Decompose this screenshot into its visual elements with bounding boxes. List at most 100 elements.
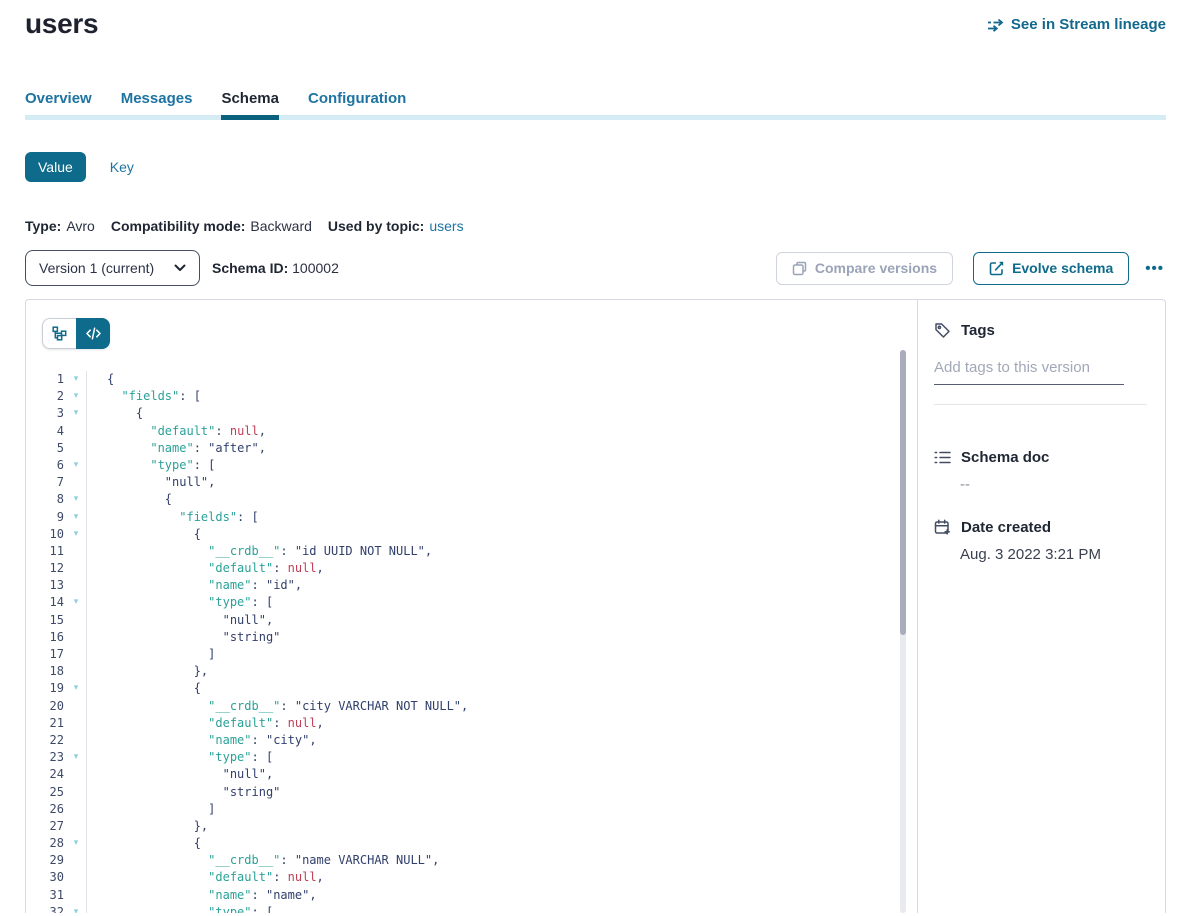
fold-spacer <box>66 474 87 491</box>
used-by-topic-label: Used by topic: <box>328 218 424 234</box>
fold-toggle-icon[interactable]: ▾ <box>66 457 87 474</box>
more-options-button[interactable]: ••• <box>1143 256 1166 281</box>
line-number: 5 <box>26 440 66 457</box>
line-number: 32 <box>26 904 66 913</box>
fold-toggle-icon[interactable]: ▾ <box>66 405 87 422</box>
fold-toggle-icon[interactable]: ▾ <box>66 388 87 405</box>
code-text: "string" <box>87 629 280 646</box>
version-bar: Version 1 (current) Schema ID: 100002 Co… <box>25 250 1166 286</box>
line-number: 29 <box>26 852 66 869</box>
code-line: 6▾ "type": [ <box>26 457 917 474</box>
code-line: 11 "__crdb__": "id UUID NOT NULL", <box>26 543 917 560</box>
list-icon <box>934 450 951 465</box>
code-text: "default": null, <box>87 715 324 732</box>
stream-lineage-link[interactable]: See in Stream lineage <box>987 16 1166 33</box>
line-number: 7 <box>26 474 66 491</box>
line-number: 27 <box>26 818 66 835</box>
line-number: 4 <box>26 423 66 440</box>
edit-icon <box>989 261 1004 276</box>
fold-spacer <box>66 887 87 904</box>
line-number: 31 <box>26 887 66 904</box>
line-number: 22 <box>26 732 66 749</box>
line-number: 23 <box>26 749 66 766</box>
fold-spacer <box>66 612 87 629</box>
stream-lineage-icon <box>987 18 1004 32</box>
code-text: }, <box>87 663 208 680</box>
compare-versions-button[interactable]: Compare versions <box>776 252 953 285</box>
line-number: 30 <box>26 869 66 886</box>
stream-lineage-label: See in Stream lineage <box>1011 16 1166 33</box>
code-view-button[interactable] <box>76 318 110 349</box>
schema-doc-heading: Schema doc <box>934 449 1147 466</box>
fold-spacer <box>66 543 87 560</box>
fold-spacer <box>66 440 87 457</box>
code-line: 30 "default": null, <box>26 869 917 886</box>
code-line: 29 "__crdb__": "name VARCHAR NULL", <box>26 852 917 869</box>
line-number: 25 <box>26 784 66 801</box>
schema-panel: 1▾{2▾ "fields": [3▾ {4 "default": null,5… <box>25 299 1166 913</box>
code-line: 10▾ { <box>26 526 917 543</box>
code-scrollbar-thumb[interactable] <box>900 350 906 635</box>
fold-toggle-icon[interactable]: ▾ <box>66 904 87 913</box>
schema-sidebar: Tags Schema doc -- <box>918 300 1165 913</box>
code-text: "type": [ <box>87 904 273 913</box>
type-label: Type: <box>25 218 61 234</box>
schema-meta-row: Type: Avro Compatibility mode: Backward … <box>25 218 1166 234</box>
editor-view-toggle <box>42 318 110 349</box>
code-text: ] <box>87 646 215 663</box>
fold-toggle-icon[interactable]: ▾ <box>66 526 87 543</box>
key-toggle-button[interactable]: Key <box>110 152 134 182</box>
code-line: 4 "default": null, <box>26 423 917 440</box>
fold-spacer <box>66 715 87 732</box>
fold-spacer <box>66 766 87 783</box>
code-text: "default": null, <box>87 423 266 440</box>
fold-toggle-icon[interactable]: ▾ <box>66 594 87 611</box>
fold-toggle-icon[interactable]: ▾ <box>66 680 87 697</box>
chevron-down-icon <box>174 264 186 272</box>
code-text: "type": [ <box>87 594 273 611</box>
line-number: 13 <box>26 577 66 594</box>
code-line: 18 }, <box>26 663 917 680</box>
add-tags-input[interactable] <box>934 359 1124 385</box>
code-text: { <box>87 526 201 543</box>
schema-id: Schema ID: 100002 <box>212 260 339 276</box>
code-text: "fields": [ <box>87 509 259 526</box>
fold-spacer <box>66 732 87 749</box>
version-select[interactable]: Version 1 (current) <box>25 250 200 286</box>
tree-view-button[interactable] <box>42 318 76 349</box>
tab-schema[interactable]: Schema <box>221 90 279 120</box>
code-line: 7 "null", <box>26 474 917 491</box>
line-number: 8 <box>26 491 66 508</box>
compare-versions-label: Compare versions <box>815 260 937 276</box>
line-number: 21 <box>26 715 66 732</box>
compatibility-label: Compatibility mode: <box>111 218 246 234</box>
used-by-topic-link[interactable]: users <box>429 218 463 234</box>
line-number: 12 <box>26 560 66 577</box>
code-text: { <box>87 835 201 852</box>
code-text: "name": "after", <box>87 440 266 457</box>
line-number: 19 <box>26 680 66 697</box>
evolve-schema-button[interactable]: Evolve schema <box>973 252 1129 285</box>
value-toggle-button[interactable]: Value <box>25 152 86 182</box>
schema-code-pane: 1▾{2▾ "fields": [3▾ {4 "default": null,5… <box>26 300 918 913</box>
code-text: "fields": [ <box>87 388 201 405</box>
code-line: 13 "name": "id", <box>26 577 917 594</box>
code-line: 24 "null", <box>26 766 917 783</box>
code-line: 21 "default": null, <box>26 715 917 732</box>
fold-toggle-icon[interactable]: ▾ <box>66 835 87 852</box>
code-text: "name": "id", <box>87 577 302 594</box>
fold-toggle-icon[interactable]: ▾ <box>66 371 87 388</box>
code-text: { <box>87 371 114 388</box>
tree-view-icon <box>52 326 67 341</box>
fold-spacer <box>66 629 87 646</box>
compatibility-value: Backward <box>250 218 311 234</box>
tags-title: Tags <box>961 322 995 339</box>
fold-toggle-icon[interactable]: ▾ <box>66 749 87 766</box>
tab-underline-track <box>25 115 1166 120</box>
fold-toggle-icon[interactable]: ▾ <box>66 491 87 508</box>
line-number: 28 <box>26 835 66 852</box>
fold-spacer <box>66 423 87 440</box>
fold-toggle-icon[interactable]: ▾ <box>66 509 87 526</box>
code-text: "type": [ <box>87 457 215 474</box>
code-scrollbar-track[interactable] <box>900 350 906 913</box>
